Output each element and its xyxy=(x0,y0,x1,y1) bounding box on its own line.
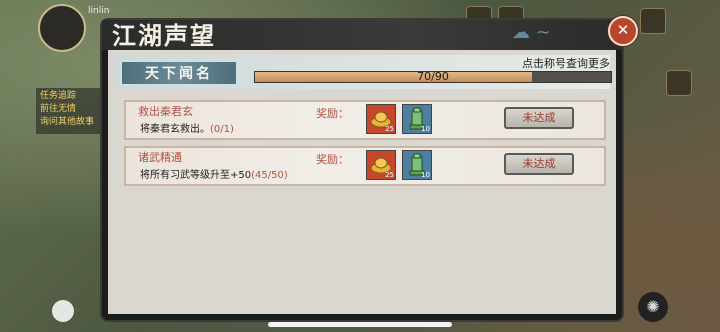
cloud-decoration-icon: ☁ ~ xyxy=(512,22,551,43)
reward-label: 奖励： xyxy=(316,153,349,166)
task-description: 将秦君玄救出。(0/1) xyxy=(140,124,234,135)
dialog-body: 天下闻名 点击称号查询更多 70/90 救出秦君玄 将秦君玄救出。(0/1) 奖… xyxy=(108,50,616,314)
status-button[interactable]: 未达成 xyxy=(504,153,574,175)
gold-ingot-icon[interactable]: 25 xyxy=(366,104,396,134)
status-button[interactable]: 未达成 xyxy=(504,107,574,129)
reward-count: 25 xyxy=(385,171,394,179)
fame-progress-section: 天下闻名 点击称号查询更多 70/90 xyxy=(114,55,612,89)
chat-icon[interactable] xyxy=(52,300,74,322)
fame-progress-bar: 70/90 xyxy=(254,70,612,83)
menu-icon[interactable] xyxy=(640,8,666,34)
task-name: 诸武精通 xyxy=(138,151,182,164)
task-progress: (0/1) xyxy=(210,124,234,135)
reward-count: 10 xyxy=(421,171,430,179)
close-button[interactable]: ✕ xyxy=(608,16,638,46)
fame-title: 天下闻名 xyxy=(145,66,213,82)
quest-line: 任务追踪 xyxy=(40,91,77,101)
menu-icon[interactable] xyxy=(666,70,692,96)
quest-line: 询问其他故事 xyxy=(40,117,95,127)
tower-icon[interactable]: 10 xyxy=(402,104,432,134)
reward-count: 25 xyxy=(385,125,394,133)
dialog-header: 江湖声望 ☁ ~ xyxy=(102,20,622,50)
fame-dialog: 江湖声望 ☁ ~ 天下闻名 点击称号查询更多 70/90 救出秦君玄 将秦君玄救… xyxy=(102,20,622,320)
quest-tracker[interactable]: 任务追踪 前往无情 询问其他故事 xyxy=(36,88,100,134)
dialog-title: 江湖声望 xyxy=(112,21,216,50)
task-name: 救出秦君玄 xyxy=(138,105,193,118)
swirl-icon[interactable]: ✺ xyxy=(638,292,668,322)
tower-icon[interactable]: 10 xyxy=(402,150,432,180)
task-card: 诸武精通 将所有习武等级升至+50(45/50) 奖励： 25 10 未达成 xyxy=(124,146,606,186)
player-name: linlin xyxy=(88,6,110,16)
reward-count: 10 xyxy=(421,125,430,133)
task-card: 救出秦君玄 将秦君玄救出。(0/1) 奖励： 25 10 未达成 xyxy=(124,100,606,140)
fame-hint-link[interactable]: 点击称号查询更多 xyxy=(470,55,610,71)
task-description: 将所有习武等级升至+50(45/50) xyxy=(140,170,288,181)
reward-label: 奖励： xyxy=(316,107,349,120)
fame-progress-text: 70/90 xyxy=(417,70,449,83)
gold-ingot-icon[interactable]: 25 xyxy=(366,150,396,180)
quest-line: 前往无情 xyxy=(40,104,77,114)
player-avatar[interactable] xyxy=(38,4,86,52)
fame-title-plaque[interactable]: 天下闻名 xyxy=(120,60,238,86)
task-progress: (45/50) xyxy=(251,170,288,181)
home-indicator[interactable] xyxy=(268,322,452,327)
